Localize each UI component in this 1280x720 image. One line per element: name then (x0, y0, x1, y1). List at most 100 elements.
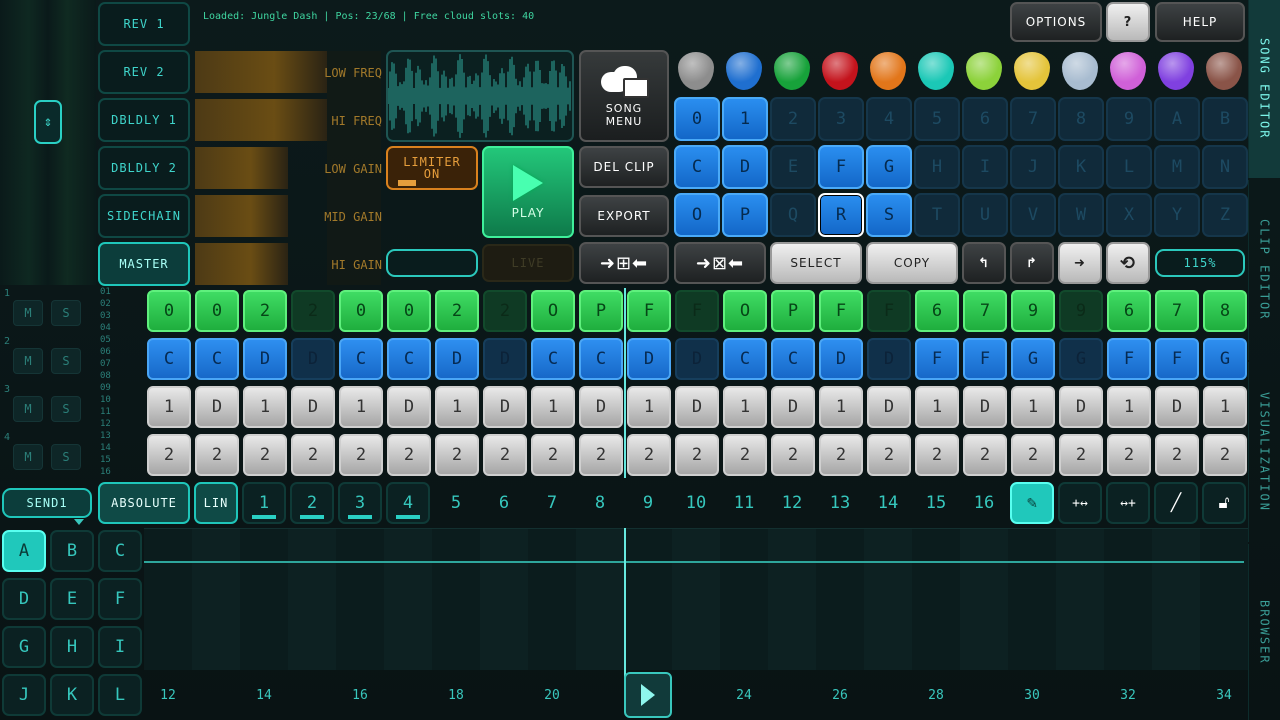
delete-move-button[interactable]: ➜⊠⬅ (674, 242, 766, 284)
letter-key[interactable]: J (2, 674, 46, 716)
sequence-cell[interactable]: D (579, 386, 623, 428)
letter-key[interactable]: E (50, 578, 94, 620)
clip-slot[interactable]: G (866, 145, 912, 189)
del-clip-button[interactable]: DEL CLIP (579, 146, 669, 188)
sequence-cell[interactable]: D (291, 338, 335, 380)
fader-mid-gain[interactable] (195, 195, 288, 237)
sequence-cell[interactable]: 2 (963, 434, 1007, 476)
loop-button[interactable]: ⟲ (1106, 242, 1150, 284)
sequence-cell[interactable]: 0 (147, 290, 191, 332)
sequence-cell[interactable]: 2 (291, 434, 335, 476)
select-button[interactable]: SELECT (770, 242, 862, 284)
sequence-cell[interactable]: F (867, 290, 911, 332)
mute-button[interactable]: M (13, 444, 43, 470)
mute-button[interactable]: M (13, 348, 43, 374)
sequence-cell[interactable]: 2 (147, 434, 191, 476)
sequence-cell[interactable]: D (675, 338, 719, 380)
color-pick-icon[interactable] (822, 52, 858, 90)
sequence-cell[interactable]: 1 (819, 386, 863, 428)
clip-slot[interactable]: Y (1154, 193, 1200, 237)
options-button[interactable]: OPTIONS (1010, 2, 1102, 42)
clip-slot[interactable]: B (1202, 97, 1248, 141)
lin-button[interactable]: LIN (194, 482, 238, 524)
clip-slot[interactable]: 8 (1058, 97, 1104, 141)
sequence-cell[interactable]: C (339, 338, 383, 380)
sequence-cell[interactable]: O (531, 290, 575, 332)
step-button[interactable]: 9 (626, 482, 670, 524)
clip-slot[interactable]: C (674, 145, 720, 189)
sequence-cell[interactable]: D (483, 338, 527, 380)
sequence-cell[interactable]: 2 (675, 434, 719, 476)
sequence-cell[interactable]: 1 (147, 386, 191, 428)
step-button[interactable]: 11 (722, 482, 766, 524)
vu-fader-handle[interactable]: ⇕ (34, 100, 62, 144)
sequence-cell[interactable]: C (147, 338, 191, 380)
step-button[interactable]: 10 (674, 482, 718, 524)
solo-button[interactable]: S (51, 300, 81, 326)
sequence-cell[interactable]: 2 (1011, 434, 1055, 476)
letter-key[interactable]: A (2, 530, 46, 572)
clip-slot[interactable]: O (674, 193, 720, 237)
clip-slot[interactable]: S (866, 193, 912, 237)
sequence-cell[interactable]: D (435, 338, 479, 380)
sequence-cell[interactable]: C (579, 338, 623, 380)
sequence-cell[interactable]: 2 (723, 434, 767, 476)
sequence-cell[interactable]: C (771, 338, 815, 380)
sequence-cell[interactable]: D (771, 386, 815, 428)
sequence-cell[interactable]: 6 (915, 290, 959, 332)
clip-slot[interactable]: 2 (770, 97, 816, 141)
step-button[interactable]: 6 (482, 482, 526, 524)
sequence-cell[interactable]: 1 (627, 386, 671, 428)
sequence-cell[interactable]: 2 (531, 434, 575, 476)
sequence-cell[interactable]: 1 (1203, 386, 1247, 428)
step-button[interactable]: 7 (530, 482, 574, 524)
sequence-cell[interactable]: 2 (1107, 434, 1151, 476)
sequence-cell[interactable]: F (675, 290, 719, 332)
redo-button[interactable]: ↱ (1010, 242, 1054, 284)
play-button[interactable]: PLAY (482, 146, 574, 238)
clip-slot[interactable]: 9 (1106, 97, 1152, 141)
clip-slot[interactable]: 4 (866, 97, 912, 141)
export-button[interactable]: EXPORT (579, 195, 669, 237)
sequence-cell[interactable]: 7 (1155, 290, 1199, 332)
sequence-cell[interactable]: D (963, 386, 1007, 428)
sequence-cell[interactable]: 2 (771, 434, 815, 476)
step-button[interactable]: 2 (290, 482, 334, 524)
sequence-cell[interactable]: 1 (243, 386, 287, 428)
shrink-button[interactable]: ↔+ (1106, 482, 1150, 524)
color-pick-icon[interactable] (1062, 52, 1098, 90)
sequence-cell[interactable]: G (1011, 338, 1055, 380)
sequence-cell[interactable]: G (1203, 338, 1247, 380)
step-button[interactable]: 4 (386, 482, 430, 524)
fader-low-gain[interactable] (195, 147, 288, 189)
clip-slot[interactable]: M (1154, 145, 1200, 189)
sequence-cell[interactable]: D (627, 338, 671, 380)
clip-slot[interactable]: N (1202, 145, 1248, 189)
sequence-cell[interactable]: 0 (387, 290, 431, 332)
solo-button[interactable]: S (51, 348, 81, 374)
draw-tool-button[interactable]: ✎ (1010, 482, 1054, 524)
color-pick-icon[interactable] (1110, 52, 1146, 90)
sequence-cell[interactable]: 9 (1011, 290, 1055, 332)
sequence-cell[interactable]: 1 (915, 386, 959, 428)
fader-hi-gain[interactable] (195, 243, 288, 285)
sequence-cell[interactable]: 1 (1011, 386, 1055, 428)
color-pick-icon[interactable] (1206, 52, 1242, 90)
sequence-cell[interactable]: 2 (435, 434, 479, 476)
tab-browser[interactable]: BROWSER (1248, 544, 1280, 720)
sequence-cell[interactable]: C (195, 338, 239, 380)
clip-slot[interactable]: E (770, 145, 816, 189)
sequence-cell[interactable]: 2 (483, 290, 527, 332)
clip-slot[interactable]: 1 (722, 97, 768, 141)
tab-clip-editor[interactable]: CLIP EDITOR (1248, 180, 1280, 360)
color-pick-icon[interactable] (726, 52, 762, 90)
sequence-cell[interactable]: C (723, 338, 767, 380)
step-button[interactable]: 5 (434, 482, 478, 524)
solo-button[interactable]: S (51, 444, 81, 470)
sequence-cell[interactable]: D (483, 386, 527, 428)
step-button[interactable]: 12 (770, 482, 814, 524)
clip-slot[interactable]: V (1010, 193, 1056, 237)
line-tool-button[interactable]: ╱ (1154, 482, 1198, 524)
letter-key[interactable]: K (50, 674, 94, 716)
sequence-cell[interactable]: 1 (723, 386, 767, 428)
